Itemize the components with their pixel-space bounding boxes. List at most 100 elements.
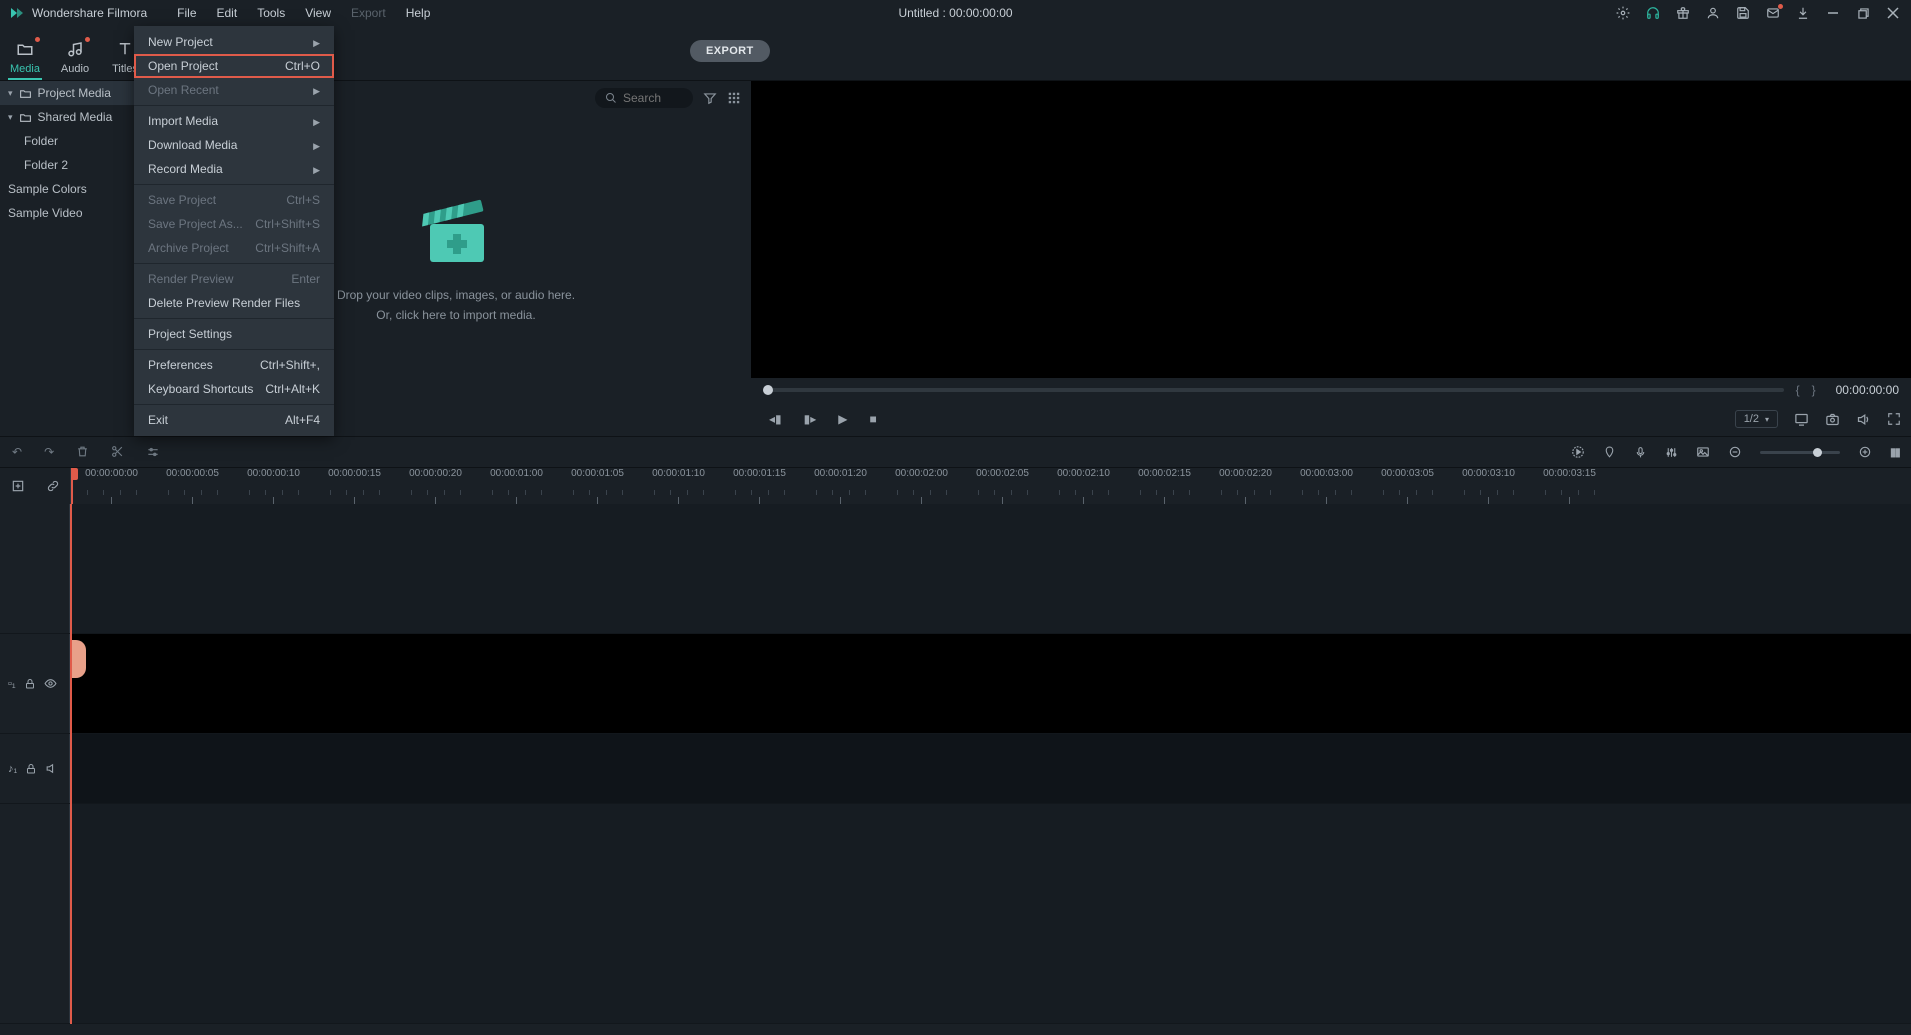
timeline-ruler-row: 00:00:00:0000:00:00:0500:00:00:1000:00:0… — [0, 468, 1911, 504]
search-icon — [605, 92, 617, 104]
undo-icon[interactable]: ↶ — [12, 445, 22, 459]
save-disk-icon[interactable] — [1735, 5, 1751, 21]
audio-track-head: ♪₁ — [0, 734, 70, 803]
menu-item-new-project[interactable]: New Project▶ — [134, 30, 334, 54]
settings-gear-icon[interactable] — [1615, 5, 1631, 21]
voiceover-icon[interactable] — [1634, 446, 1647, 459]
preview-screen[interactable] — [751, 81, 1911, 378]
mark-out-icon[interactable]: } — [1812, 383, 1816, 397]
folder-icon — [0, 37, 50, 61]
download-icon[interactable] — [1795, 5, 1811, 21]
menu-item-keyboard-shortcuts[interactable]: Keyboard ShortcutsCtrl+Alt+K — [134, 377, 334, 401]
video-track-1[interactable]: ▫₁ — [0, 634, 1911, 734]
prev-frame-button[interactable]: ◂▮ — [769, 412, 782, 426]
preview-panel: { } 00:00:00:00 ◂▮ ▮▸ ▶ ■ 1/2▾ — [751, 81, 1911, 436]
image-icon[interactable] — [1696, 445, 1710, 459]
menu-help[interactable]: Help — [396, 1, 441, 25]
drop-instructions: Drop your video clips, images, or audio … — [337, 286, 575, 324]
menu-file[interactable]: File — [167, 1, 206, 25]
timeline-tracks: ▫₁ ♪₁ — [0, 504, 1911, 1024]
file-menu-dropdown: New Project▶Open ProjectCtrl+OOpen Recen… — [134, 26, 334, 436]
tab-audio[interactable]: Audio — [50, 37, 100, 80]
zoom-fit-icon[interactable]: ▮▮ — [1890, 445, 1899, 459]
mail-icon[interactable] — [1765, 5, 1781, 21]
render-icon[interactable] — [1571, 445, 1585, 459]
menu-item-open-recent: Open Recent▶ — [134, 78, 334, 102]
preview-ratio-select[interactable]: 1/2▾ — [1735, 410, 1778, 428]
menu-item-delete-preview-render-files[interactable]: Delete Preview Render Files — [134, 291, 334, 315]
close-icon[interactable] — [1885, 5, 1901, 21]
menu-item-save-project: Save ProjectCtrl+S — [134, 188, 334, 212]
display-icon[interactable] — [1794, 412, 1809, 427]
menu-item-record-media[interactable]: Record Media▶ — [134, 157, 334, 181]
lock-icon[interactable] — [24, 678, 36, 690]
eye-icon[interactable] — [44, 677, 57, 690]
ruler-tick: 00:00:01:00 — [476, 468, 557, 504]
ruler-tick: 00:00:00:20 — [395, 468, 476, 504]
ruler-tick: 00:00:02:10 — [1043, 468, 1124, 504]
adjust-icon[interactable] — [146, 445, 160, 459]
clip-handle[interactable] — [70, 640, 86, 678]
filter-icon[interactable] — [703, 91, 717, 105]
minimize-icon[interactable] — [1825, 5, 1841, 21]
preview-controls: ◂▮ ▮▸ ▶ ■ 1/2▾ — [751, 402, 1911, 436]
scrub-knob[interactable] — [763, 385, 773, 395]
menu-item-project-settings[interactable]: Project Settings — [134, 322, 334, 346]
zoom-knob[interactable] — [1813, 448, 1822, 457]
volume-icon[interactable] — [1856, 412, 1871, 427]
ruler-tick: 00:00:02:00 — [881, 468, 962, 504]
menu-item-download-media[interactable]: Download Media▶ — [134, 133, 334, 157]
mixer-icon[interactable] — [1665, 446, 1678, 459]
zoom-slider[interactable] — [1760, 451, 1840, 454]
audio-track-1[interactable]: ♪₁ — [0, 734, 1911, 804]
zoom-in-icon[interactable] — [1858, 445, 1872, 459]
fullscreen-icon[interactable] — [1887, 412, 1901, 426]
redo-icon[interactable]: ↷ — [44, 445, 54, 459]
gift-icon[interactable] — [1675, 5, 1691, 21]
headphones-icon[interactable] — [1645, 5, 1661, 21]
mark-in-icon[interactable]: { — [1796, 383, 1800, 397]
next-frame-button[interactable]: ▮▸ — [804, 412, 817, 426]
fit-timeline-icon[interactable] — [11, 479, 25, 493]
account-icon[interactable] — [1705, 5, 1721, 21]
ruler-tick: 00:00:02:15 — [1124, 468, 1205, 504]
menu-item-preferences[interactable]: PreferencesCtrl+Shift+, — [134, 353, 334, 377]
tab-media[interactable]: Media — [0, 37, 50, 80]
snapshot-icon[interactable] — [1825, 412, 1840, 427]
grid-view-icon[interactable] — [727, 91, 741, 105]
zoom-out-icon[interactable] — [1728, 445, 1742, 459]
marker-icon[interactable] — [1603, 446, 1616, 459]
stop-button[interactable]: ■ — [870, 412, 877, 426]
drop-text-line1: Drop your video clips, images, or audio … — [337, 286, 575, 305]
search-box[interactable] — [595, 88, 693, 108]
media-panel: ▾Project Media(0▾Shared Media(0Folder(0F… — [0, 81, 751, 436]
search-input[interactable] — [623, 91, 683, 105]
menu-export[interactable]: Export — [341, 1, 396, 25]
play-button[interactable]: ▶ — [838, 412, 847, 426]
mute-icon[interactable] — [45, 762, 58, 775]
scrub-bar[interactable] — [763, 388, 1784, 392]
timeline-ruler[interactable]: 00:00:00:0000:00:00:0500:00:00:1000:00:0… — [70, 468, 1911, 504]
menu-tools[interactable]: Tools — [247, 1, 295, 25]
app-logo-icon — [8, 4, 26, 22]
menu-edit[interactable]: Edit — [207, 1, 248, 25]
menu-view[interactable]: View — [295, 1, 341, 25]
ruler-tick: 00:00:02:05 — [962, 468, 1043, 504]
playhead[interactable] — [71, 468, 73, 504]
menu-item-exit[interactable]: ExitAlt+F4 — [134, 408, 334, 432]
track-audio-label: ♪₁ — [8, 763, 17, 775]
menu-item-import-media[interactable]: Import Media▶ — [134, 109, 334, 133]
video-track-head: ▫₁ — [0, 634, 70, 733]
maximize-icon[interactable] — [1855, 5, 1871, 21]
menu-item-open-project[interactable]: Open ProjectCtrl+O — [134, 54, 334, 78]
ruler-tick: 00:00:00:15 — [314, 468, 395, 504]
delete-icon[interactable] — [76, 445, 89, 459]
export-button[interactable]: EXPORT — [690, 40, 770, 62]
link-icon[interactable] — [46, 479, 60, 493]
menubar: FileEditToolsViewExportHelp — [167, 1, 440, 25]
clapperboard-icon — [416, 192, 496, 272]
split-icon[interactable] — [111, 445, 124, 459]
menu-item-save-project-as-: Save Project As...Ctrl+Shift+S — [134, 212, 334, 236]
ruler-tick: 00:00:00:10 — [233, 468, 314, 504]
lock-icon[interactable] — [25, 763, 37, 775]
